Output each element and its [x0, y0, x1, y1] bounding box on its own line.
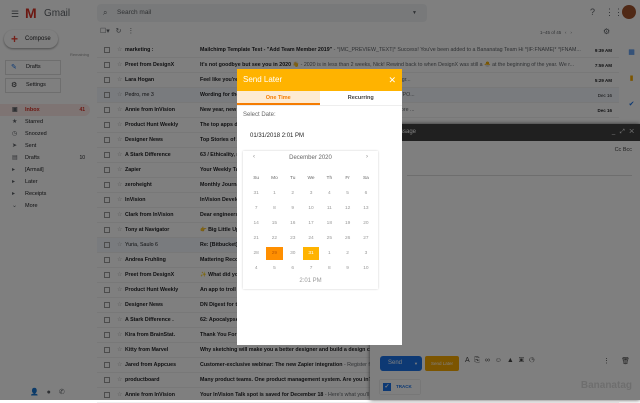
weekday-header: Fr	[345, 176, 350, 181]
calendar-day[interactable]: 8	[266, 202, 282, 215]
calendar-day[interactable]: 26	[339, 232, 355, 245]
calendar-day[interactable]: 10	[303, 202, 319, 215]
calendar-day[interactable]: 9	[339, 262, 355, 275]
calendar-day[interactable]: 25	[321, 232, 337, 245]
calendar-day[interactable]: 11	[321, 202, 337, 215]
calendar-day[interactable]: 5	[339, 187, 355, 200]
calendar-day[interactable]: 4	[321, 187, 337, 200]
calendar-day[interactable]: 14	[248, 217, 264, 230]
calendar-day[interactable]: 2	[285, 187, 301, 200]
calendar-day[interactable]: 23	[285, 232, 301, 245]
calendar-grid: Su Mo Tu We Th Fr Sa 31 1 2 3 4 5 6 7 8 9 10 11 12 13 14 15 16 1…	[247, 171, 375, 276]
calendar-day[interactable]: 18	[321, 217, 337, 230]
close-icon[interactable]: ✕	[388, 69, 396, 91]
calendar-day[interactable]: 8	[321, 262, 337, 275]
calendar-day[interactable]: 13	[358, 202, 374, 215]
calendar-day[interactable]: 6	[285, 262, 301, 275]
calendar-day[interactable]: 17	[303, 217, 319, 230]
calendar-day[interactable]: 22	[266, 232, 282, 245]
weekday-header: We	[307, 176, 315, 181]
calendar-day[interactable]: 2	[339, 247, 355, 260]
send-later-modal: Send Later ✕ One Time Recurring Select Da…	[237, 69, 402, 345]
calendar-day[interactable]: 28	[248, 247, 264, 260]
modal-tabs: One Time Recurring	[237, 91, 402, 106]
calendar-day[interactable]: 7	[303, 262, 319, 275]
calendar-day[interactable]: 7	[248, 202, 264, 215]
calendar-day[interactable]: 1	[266, 187, 282, 200]
modal-header: Send Later ✕	[237, 69, 402, 91]
calendar-day[interactable]: 12	[339, 202, 355, 215]
calendar-day[interactable]: 20	[358, 217, 374, 230]
calendar-day[interactable]: 10	[358, 262, 374, 275]
calendar: ‹ December 2020 › Su Mo Tu We Th Fr Sa 31 1 2 3 4 5 6…	[243, 151, 378, 289]
weekday-header: Sa	[362, 176, 369, 181]
calendar-day[interactable]: 3	[358, 247, 374, 260]
select-date-label: Select Date:	[243, 112, 276, 118]
tab-one-time[interactable]: One Time	[237, 91, 320, 105]
calendar-day[interactable]: 3	[303, 187, 319, 200]
calendar-day[interactable]: 9	[285, 202, 301, 215]
calendar-month: December 2020	[289, 155, 332, 161]
calendar-day[interactable]: 31	[302, 247, 320, 260]
date-input[interactable]: 01/31/2018 2:01 PM	[250, 133, 304, 139]
weekday-header: Su	[253, 176, 260, 181]
tab-recurring[interactable]: Recurring	[320, 91, 403, 105]
calendar-day[interactable]: 21	[248, 232, 264, 245]
calendar-day[interactable]: 29	[266, 247, 283, 260]
weekday-header: Mo	[271, 176, 278, 181]
weekday-header: Tu	[290, 176, 296, 181]
calendar-day[interactable]: 1	[321, 247, 337, 260]
next-month-icon[interactable]: ›	[366, 154, 368, 160]
calendar-day[interactable]: 5	[266, 262, 282, 275]
calendar-day[interactable]: 19	[339, 217, 355, 230]
calendar-day[interactable]: 27	[358, 232, 374, 245]
calendar-day[interactable]: 24	[303, 232, 319, 245]
calendar-day[interactable]: 31	[248, 187, 264, 200]
calendar-day[interactable]: 6	[358, 187, 374, 200]
modal-title: Send Later	[243, 75, 283, 84]
time-picker[interactable]: 2:01 PM	[243, 278, 378, 284]
calendar-day[interactable]: 15	[266, 217, 282, 230]
weekday-header: Th	[326, 176, 333, 181]
calendar-day[interactable]: 30	[285, 247, 301, 260]
calendar-day[interactable]: 16	[285, 217, 301, 230]
calendar-day[interactable]: 4	[248, 262, 264, 275]
